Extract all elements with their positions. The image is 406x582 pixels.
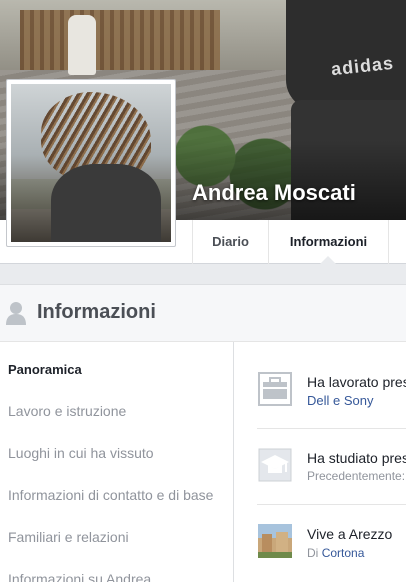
nav-item-familiari[interactable]: Familiari e relazioni (8, 529, 129, 545)
profile-page: adidas Andrea Moscati Diario Informazion… (0, 0, 406, 582)
work-summary: Ha lavorato pres (307, 374, 406, 390)
nav-item-informazioni-su[interactable]: Informazioni su Andrea (8, 571, 151, 582)
work-employers-link[interactable]: Dell e Sony (307, 393, 373, 408)
overview-panel: Ha lavorato pres Dell e Sony Ha studiato… (235, 342, 406, 582)
nav-item-contatto[interactable]: Informazioni di contatto e di base (8, 487, 213, 503)
profile-picture-image (11, 84, 171, 242)
tab-more[interactable] (388, 220, 406, 264)
work-entry: Ha lavorato pres Dell e Sony (235, 372, 406, 432)
origin-city-link[interactable]: Cortona (322, 546, 365, 560)
avatar-body (51, 164, 161, 242)
divider (257, 504, 406, 505)
nav-item-panoramica[interactable]: Panoramica (8, 362, 82, 377)
origin-prefix: Di (307, 546, 319, 560)
live-summary: Vive a Arezzo (307, 526, 393, 542)
city-photo-icon (258, 524, 292, 558)
divider (257, 428, 406, 429)
profile-picture[interactable] (6, 79, 176, 247)
about-header: Informazioni (0, 285, 406, 342)
nav-item-luoghi[interactable]: Luoghi in cui ha vissuto (8, 445, 154, 461)
cover-person (68, 15, 96, 75)
live-entry: Vive a Arezzo Di Cortona (235, 524, 406, 582)
active-tab-caret (320, 256, 336, 264)
live-origin: Di Cortona (307, 546, 364, 560)
study-previous: Precedentemente: (307, 469, 406, 483)
person-icon (6, 302, 26, 325)
study-summary: Ha studiato pres (307, 450, 406, 466)
section-title: Informazioni (37, 301, 156, 323)
about-sidebar: Panoramica Lavoro e istruzione Luoghi in… (0, 342, 234, 582)
profile-name[interactable]: Andrea Moscati (192, 180, 356, 206)
study-entry: Ha studiato pres Precedentemente: (235, 448, 406, 508)
briefcase-icon (258, 372, 292, 406)
nav-item-lavoro[interactable]: Lavoro e istruzione (8, 403, 126, 419)
tab-diario[interactable]: Diario (192, 220, 268, 264)
graduation-cap-icon (258, 448, 292, 482)
about-card: Informazioni Panoramica Lavoro e istruzi… (0, 284, 406, 582)
